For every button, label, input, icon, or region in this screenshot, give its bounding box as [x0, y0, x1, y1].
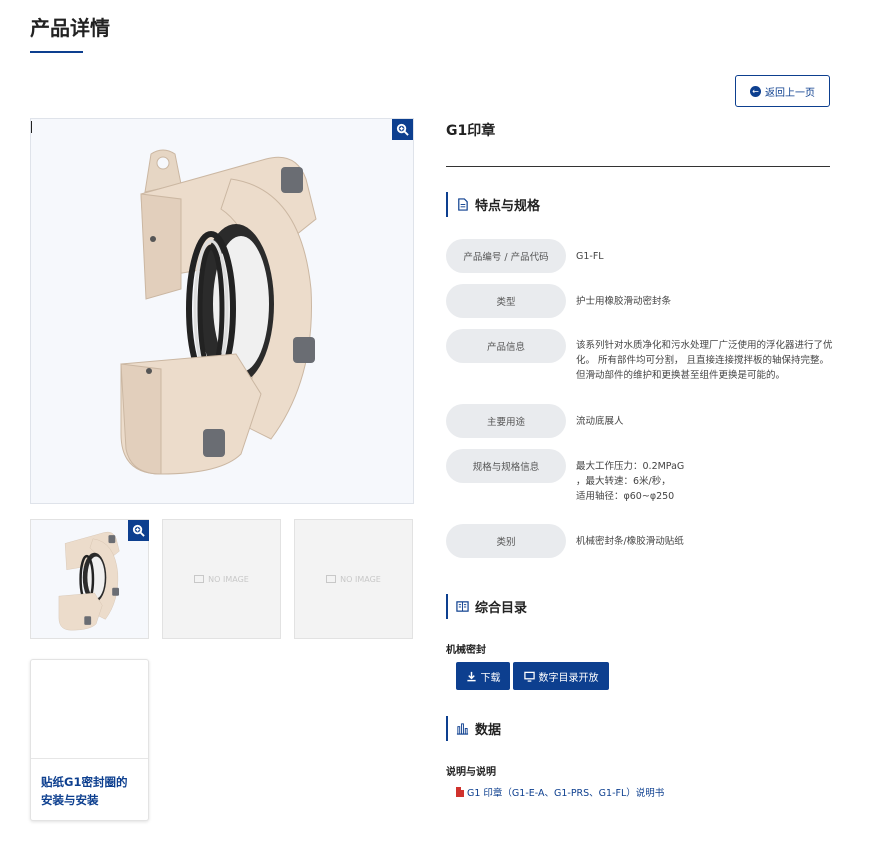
- spec-value-line: 适用轴径：φ60~φ250: [576, 491, 675, 502]
- no-image-placeholder: NO IMAGE: [163, 520, 280, 638]
- installation-card[interactable]: 贴纸G1密封圈的安装与安装: [30, 659, 149, 821]
- book-icon: [456, 601, 469, 612]
- text-cursor: [31, 121, 32, 133]
- back-button-label: 返回上一页: [765, 87, 815, 99]
- spec-label: 产品信息: [446, 329, 566, 363]
- thumbnail-3[interactable]: NO IMAGE: [294, 519, 413, 639]
- thumbnail-zoom-button[interactable]: [128, 520, 149, 541]
- spec-value-line: 最大工作压力：0.2MPaG: [576, 461, 685, 472]
- data-heading-text: 数据: [475, 723, 502, 738]
- title-underline: [30, 51, 83, 53]
- specs-heading-text: 特点与规格: [475, 199, 541, 214]
- digital-catalog-button[interactable]: 数字目录开放: [513, 662, 609, 690]
- zoom-in-button[interactable]: [392, 119, 413, 140]
- spec-value: 该系列针对水质净化和污水处理厂广泛使用的浮化器进行了优化。 所有部件均可分割， …: [576, 340, 833, 381]
- bar-chart-icon: [456, 723, 469, 735]
- spec-row: 规格与规格信息 最大工作压力：0.2MPaG ，最大转速：6米/秒， 适用轴径：…: [446, 449, 836, 504]
- spec-row: 产品编号 / 产品代码 G1-FL: [446, 239, 604, 273]
- product-name: G1印章: [446, 123, 496, 139]
- catalog-category: 机械密封: [446, 645, 486, 656]
- card-title[interactable]: 贴纸G1密封圈的安装与安装: [31, 759, 148, 809]
- spec-row: 类别 机械密封条/橡胶滑动贴纸: [446, 524, 684, 558]
- spec-value: 最大工作压力：0.2MPaG ，最大转速：6米/秒， 适用轴径：φ60~φ250: [576, 449, 836, 504]
- download-button-label: 下载: [480, 672, 501, 684]
- download-button[interactable]: 下载: [456, 662, 510, 690]
- image-placeholder-icon: [194, 575, 205, 583]
- monitor-icon: [523, 671, 535, 682]
- pdf-icon: [456, 787, 464, 797]
- spec-label: 主要用途: [446, 404, 566, 438]
- product-divider: [446, 166, 830, 167]
- data-heading: 数据: [446, 716, 501, 741]
- no-image-label: NO IMAGE: [208, 574, 249, 584]
- back-button[interactable]: ← 返回上一页: [735, 75, 830, 107]
- spec-row: 类型 护士用橡胶滑动密封条: [446, 284, 671, 318]
- spec-row: 主要用途 流动底展人: [446, 404, 624, 438]
- spec-label: 产品编号 / 产品代码: [446, 239, 566, 273]
- manual-pdf-link[interactable]: G1 印章（G1-E-A、G1-PRS、G1-FL）说明书: [456, 785, 664, 799]
- manual-pdf-link-text[interactable]: G1 印章（G1-E-A、G1-PRS、G1-FL）说明书: [467, 785, 664, 799]
- seal-render-image: [120, 149, 317, 475]
- spec-label: 规格与规格信息: [446, 449, 566, 483]
- document-icon: [458, 198, 468, 211]
- image-placeholder-icon: [326, 575, 337, 583]
- spec-value: G1-FL: [576, 251, 604, 262]
- zoom-in-icon: [132, 524, 145, 537]
- card-image-area: [31, 660, 148, 759]
- arrow-left-circle-icon: ←: [750, 85, 761, 97]
- digital-catalog-label: 数字目录开放: [538, 672, 599, 684]
- spec-value: 护士用橡胶滑动密封条: [576, 296, 672, 307]
- specs-heading: 特点与规格: [446, 192, 540, 217]
- spec-row: 产品信息 该系列针对水质净化和污水处理厂广泛使用的浮化器进行了优化。 所有部件均…: [446, 329, 836, 383]
- thumbnail-2[interactable]: NO IMAGE: [162, 519, 281, 639]
- spec-value: 流动底展人: [576, 416, 624, 427]
- spec-value-line: ，最大转速：6米/秒，: [576, 476, 671, 487]
- spec-value: 机械密封条/橡胶滑动贴纸: [576, 536, 684, 547]
- spec-label: 类型: [446, 284, 566, 318]
- catalog-heading-text: 综合目录: [475, 601, 528, 616]
- zoom-in-icon: [396, 123, 409, 136]
- download-icon: [466, 671, 476, 681]
- catalog-heading: 综合目录: [446, 594, 527, 619]
- no-image-label: NO IMAGE: [340, 574, 381, 584]
- spec-label: 类别: [446, 524, 566, 558]
- data-sub-label: 说明与说明: [446, 767, 496, 778]
- no-image-placeholder: NO IMAGE: [295, 520, 412, 638]
- page-title: 产品详情: [30, 16, 110, 40]
- main-product-image[interactable]: [30, 118, 414, 504]
